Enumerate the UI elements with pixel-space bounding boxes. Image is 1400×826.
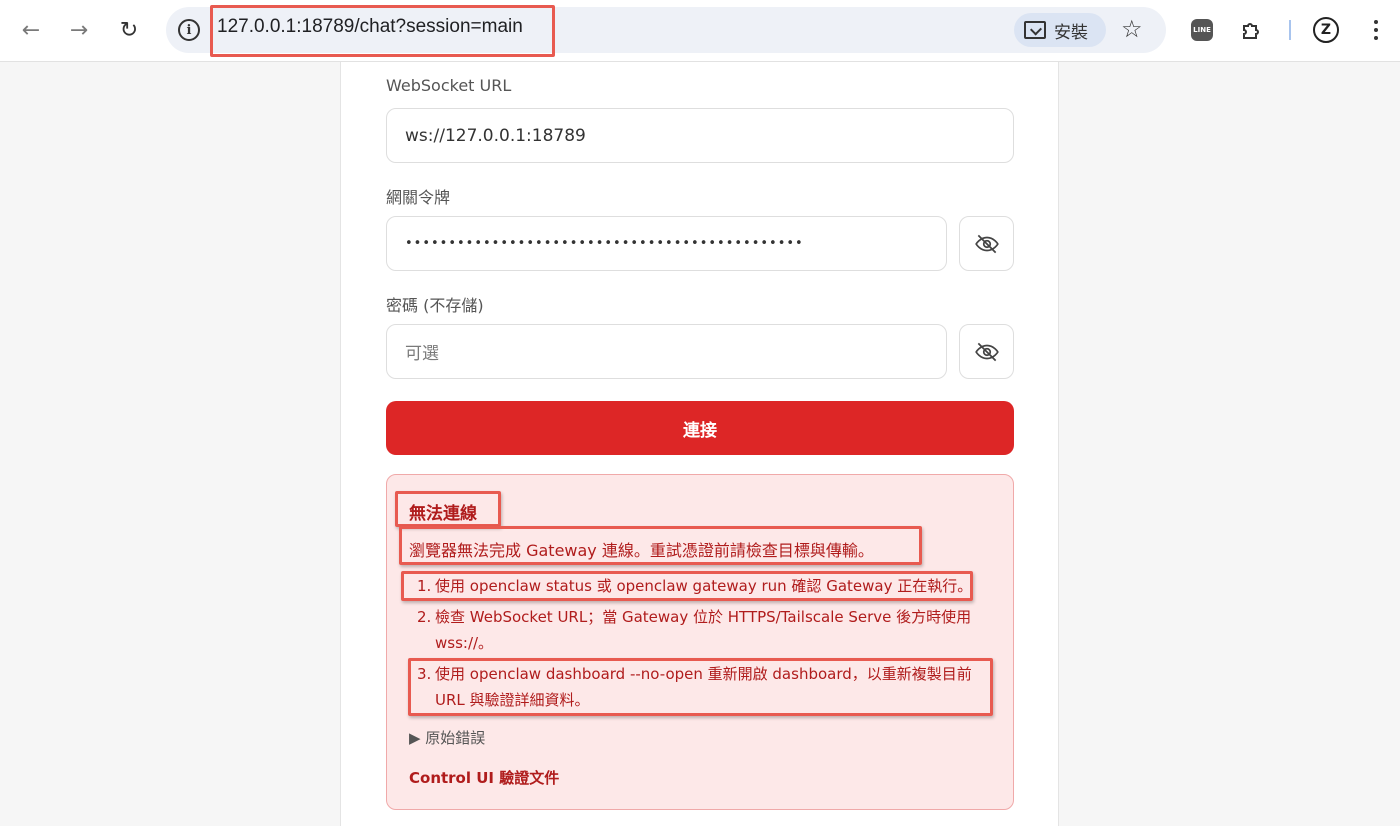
install-icon [1024, 21, 1046, 39]
z-extension-icon[interactable]: Z [1312, 16, 1340, 44]
gateway-token-label: 網關令牌 [386, 188, 451, 207]
browser-menu-icon[interactable] [1368, 16, 1384, 44]
raw-error-toggle[interactable]: ▶ 原始錯誤 [409, 727, 485, 748]
reload-icon[interactable]: ↻ [112, 13, 146, 47]
websocket-url-label: WebSocket URL [386, 76, 512, 95]
z-extension-label: Z [1313, 17, 1339, 43]
eye-off-icon [974, 234, 999, 253]
control-ui-docs-link[interactable]: Control UI 驗證文件 [409, 767, 559, 788]
toggle-token-visibility-button[interactable] [959, 216, 1014, 271]
password-label: 密碼 (不存儲) [386, 296, 484, 315]
step-text: 檢查 WebSocket URL；當 Gateway 位於 HTTPS/Tail… [435, 608, 972, 652]
title-annotation-box [395, 491, 501, 527]
puzzle-icon [1243, 23, 1259, 39]
url-annotation-box [210, 5, 555, 57]
eye-off-icon [974, 342, 999, 361]
websocket-url-input[interactable]: ws://127.0.0.1:18789 [386, 108, 1014, 163]
toggle-password-visibility-button[interactable] [959, 324, 1014, 379]
list-item: 2. 檢查 WebSocket URL；當 Gateway 位於 HTTPS/T… [417, 604, 987, 656]
connect-button[interactable]: 連接 [386, 401, 1014, 455]
description-annotation-box [399, 526, 922, 565]
extensions-puzzle-icon[interactable] [1238, 16, 1266, 44]
bookmark-star-icon[interactable]: ☆ [1121, 15, 1143, 43]
toolbar-divider [1289, 20, 1291, 40]
step1-annotation-box [401, 571, 973, 601]
install-label: 安裝 [1054, 22, 1088, 43]
gateway-token-input[interactable]: ••••••••••••••••••••••••••••••••••••••••… [386, 216, 947, 271]
password-input[interactable]: 可選 [386, 324, 947, 379]
line-extension-label: LINE [1191, 19, 1213, 41]
install-app-button[interactable]: 安裝 [1014, 13, 1106, 47]
back-arrow-icon[interactable]: ← [14, 13, 48, 47]
site-info-icon[interactable]: i [178, 19, 200, 41]
forward-arrow-icon[interactable]: → [62, 13, 96, 47]
step3-annotation-box [408, 658, 993, 716]
line-extension-icon[interactable]: LINE [1188, 16, 1216, 44]
